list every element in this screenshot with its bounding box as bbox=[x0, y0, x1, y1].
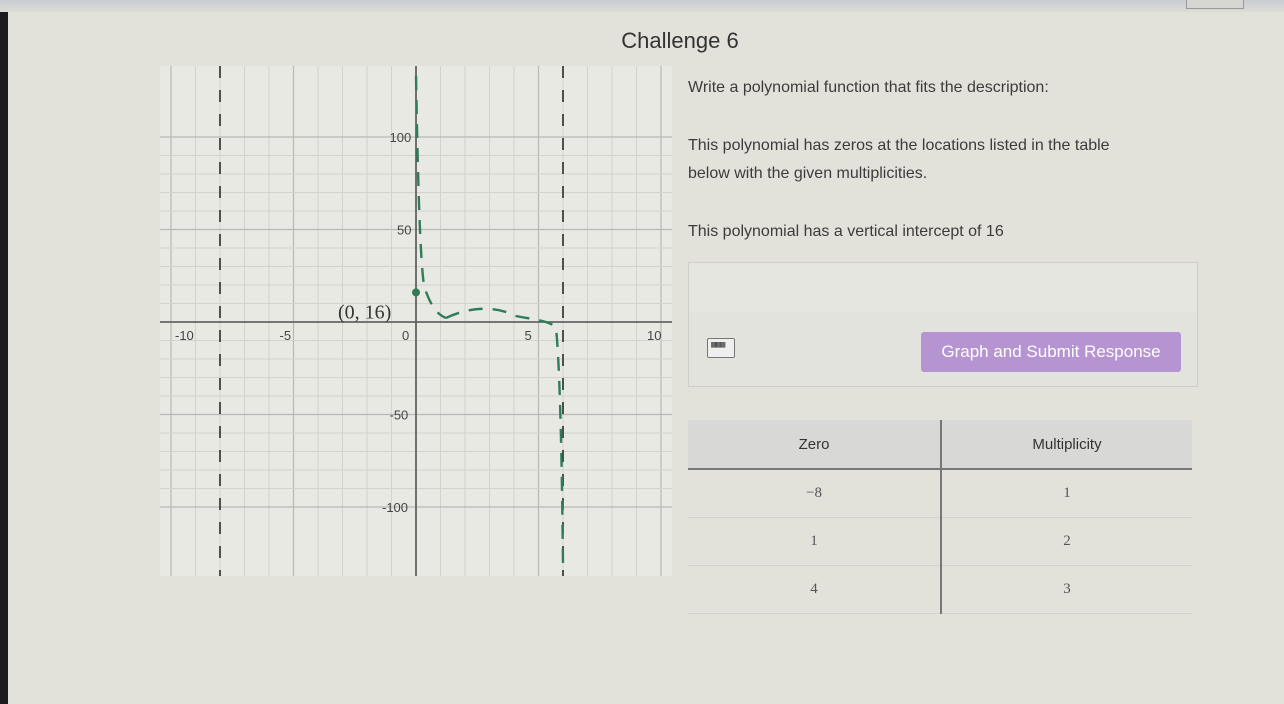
multiplicity-header: Multiplicity bbox=[941, 420, 1192, 470]
x-tick-label: -10 bbox=[175, 328, 194, 343]
zeros-table: Zero Multiplicity −8 1 1 2 4 3 bbox=[688, 420, 1192, 614]
zero-header: Zero bbox=[688, 420, 942, 470]
table-header-row: Zero Multiplicity bbox=[688, 420, 1192, 470]
answer-input[interactable] bbox=[688, 262, 1198, 314]
graph-submit-button[interactable]: Graph and Submit Response bbox=[921, 332, 1181, 372]
multiplicity-cell: 3 bbox=[941, 565, 1192, 614]
zeros-description: This polynomial has zeros at the locatio… bbox=[688, 132, 1188, 188]
y-tick-label: 50 bbox=[397, 223, 411, 238]
zero-cell: 4 bbox=[688, 565, 942, 614]
window-top-edge bbox=[0, 0, 1284, 12]
y-tick-label: -50 bbox=[390, 408, 409, 423]
intercept-description-text: This polynomial has a vertical intercept… bbox=[688, 223, 1004, 240]
window-control[interactable] bbox=[1186, 0, 1244, 9]
y-tick-label: -100 bbox=[382, 500, 408, 515]
zeros-description-line2: below with the given multiplicities. bbox=[688, 165, 928, 182]
x-tick-label: 5 bbox=[525, 328, 532, 343]
table-row: 1 2 bbox=[688, 517, 1192, 566]
intercept-point[interactable] bbox=[412, 288, 420, 297]
instruction-text: Write a polynomial function that fits th… bbox=[688, 79, 1049, 96]
x-tick-label: 0 bbox=[402, 328, 409, 343]
multiplicity-cell: 2 bbox=[941, 517, 1192, 566]
keyboard-icon[interactable]: ▦▦▦ bbox=[707, 338, 735, 358]
intercept-description: This polynomial has a vertical intercept… bbox=[688, 218, 1188, 246]
graph-panel[interactable]: -10 -5 0 5 10 100 50 -50 -100 (0, 16) bbox=[160, 66, 672, 576]
zero-cell: 1 bbox=[688, 517, 942, 566]
bezel-left bbox=[0, 0, 8, 704]
x-tick-label: 10 bbox=[647, 328, 661, 343]
instruction-block: Write a polynomial function that fits th… bbox=[688, 74, 1188, 102]
table-row: −8 1 bbox=[688, 469, 1192, 518]
answer-toolbar: ▦▦▦ Graph and Submit Response bbox=[688, 312, 1198, 387]
zeros-description-line1: This polynomial has zeros at the locatio… bbox=[688, 137, 1110, 154]
table-row: 4 3 bbox=[688, 565, 1192, 614]
zero-cell: −8 bbox=[688, 469, 942, 518]
challenge-title: Challenge 6 bbox=[621, 28, 739, 53]
y-tick-label: 100 bbox=[390, 130, 412, 145]
x-tick-label: -5 bbox=[280, 328, 292, 343]
intercept-point-label: (0, 16) bbox=[338, 301, 391, 323]
graph-canvas[interactable]: -10 -5 0 5 1010050-50-100 (0, 16) bbox=[160, 66, 672, 576]
multiplicity-cell: 1 bbox=[941, 469, 1192, 518]
